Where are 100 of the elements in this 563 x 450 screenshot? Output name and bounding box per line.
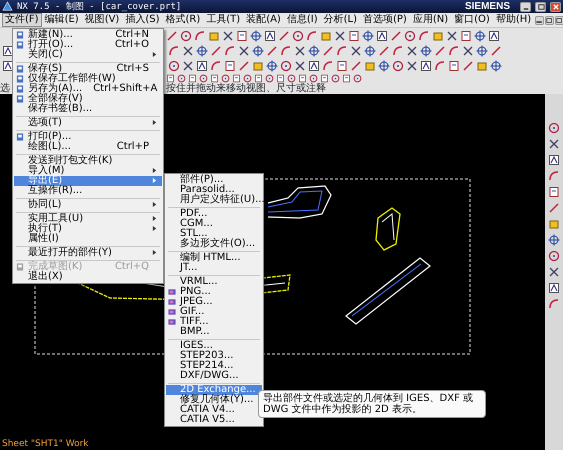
line-icon[interactable] <box>390 30 402 42</box>
circle-icon[interactable] <box>292 30 304 42</box>
maximize-button[interactable] <box>535 2 546 12</box>
menu-item[interactable]: PDF... <box>166 209 262 219</box>
target-icon[interactable] <box>476 44 488 56</box>
menu-item[interactable]: STEP214... <box>166 361 262 371</box>
sheet-icon[interactable] <box>210 74 219 83</box>
circle-icon[interactable] <box>287 74 296 83</box>
line-icon[interactable] <box>210 44 222 56</box>
cross-icon[interactable] <box>462 44 474 56</box>
cross-icon[interactable] <box>548 138 560 150</box>
line-icon[interactable] <box>166 30 178 42</box>
menu-item[interactable]: 属性(I) <box>14 234 162 244</box>
menu-item[interactable]: 协同(L) <box>14 200 162 210</box>
menu-item[interactable]: 帮助(H) <box>492 13 534 27</box>
line-icon[interactable] <box>548 202 560 214</box>
menu-item[interactable]: VRML... <box>166 277 262 287</box>
cross-icon[interactable] <box>238 44 250 56</box>
sheet-icon[interactable] <box>236 30 248 42</box>
menu-item[interactable]: 导入(M) <box>14 166 162 176</box>
menu-item[interactable]: 编辑(E) <box>42 13 82 27</box>
cross-icon[interactable] <box>222 30 234 42</box>
menu-item[interactable]: 选项(T) <box>14 118 162 128</box>
arc-icon[interactable] <box>392 44 404 56</box>
menu-item[interactable]: TIFF... <box>166 317 262 327</box>
menu-item[interactable]: 首选项(P) <box>360 13 410 27</box>
line-icon[interactable] <box>322 44 334 56</box>
annotation-icon[interactable] <box>548 282 560 294</box>
menu-item[interactable]: 编制 HTML... <box>166 253 262 263</box>
menu-item[interactable]: 最近打开的部件(Y) <box>14 248 162 258</box>
annotation-icon[interactable] <box>196 60 208 72</box>
line-icon[interactable] <box>490 44 502 56</box>
menu-item[interactable]: 关闭(C) <box>14 50 162 60</box>
menu-item[interactable]: IGES... <box>166 341 262 351</box>
sheet-icon[interactable] <box>548 186 560 198</box>
menu-item[interactable]: STEP203... <box>166 351 262 361</box>
line-icon[interactable] <box>462 60 474 72</box>
menu-item[interactable]: 全部保存(V) <box>14 94 162 104</box>
menu-item[interactable]: 执行(T) <box>14 224 162 234</box>
menu-item[interactable]: STL... <box>166 229 262 239</box>
annotation-icon[interactable] <box>376 30 388 42</box>
annotation-icon[interactable] <box>2 44 14 56</box>
menu-item[interactable]: PNG... <box>166 287 262 297</box>
target-icon[interactable] <box>362 30 374 42</box>
line-icon[interactable] <box>434 44 446 56</box>
cross-icon[interactable] <box>334 30 346 42</box>
menu-item[interactable]: 打印(P)... <box>14 132 162 142</box>
menu-item[interactable]: 插入(S) <box>122 13 162 27</box>
menu-item[interactable]: 新建(N)... Ctrl+N <box>14 30 162 40</box>
annotation-icon[interactable] <box>420 60 432 72</box>
circle-icon[interactable] <box>392 60 404 72</box>
arc-icon[interactable] <box>434 60 446 72</box>
arc-icon[interactable] <box>548 170 560 182</box>
arc-icon[interactable] <box>280 44 292 56</box>
line-icon[interactable] <box>350 60 362 72</box>
target-icon[interactable] <box>490 60 502 72</box>
arc-icon[interactable] <box>194 30 206 42</box>
sheet-icon[interactable] <box>276 74 285 83</box>
menu-item[interactable]: 视图(V) <box>82 13 122 27</box>
target-icon[interactable] <box>196 44 208 56</box>
menu-item[interactable]: BMP... <box>166 327 262 337</box>
restore-button[interactable] <box>545 16 554 24</box>
annotation-icon[interactable] <box>548 154 560 166</box>
sheet-icon[interactable] <box>254 74 263 83</box>
cross-icon[interactable] <box>406 60 418 72</box>
circle-icon[interactable] <box>243 74 252 83</box>
menu-item[interactable]: 另存为(A)... Ctrl+Shift+A <box>14 84 162 94</box>
sheet-icon[interactable] <box>460 30 472 42</box>
menu-item[interactable]: 保存(S) Ctrl+S <box>14 64 162 74</box>
target-icon[interactable] <box>252 44 264 56</box>
annotation-icon[interactable] <box>2 60 14 72</box>
minimize-button[interactable] <box>535 16 544 24</box>
menu-item[interactable]: Parasolid... <box>166 185 262 195</box>
menu-item[interactable]: 绘图(L)... Ctrl+P <box>14 142 162 152</box>
cross-icon[interactable] <box>350 44 362 56</box>
circle-icon[interactable] <box>265 74 274 83</box>
target-icon[interactable] <box>266 60 278 72</box>
annotation-icon[interactable] <box>264 30 276 42</box>
menu-item[interactable]: 实用工具(U) <box>14 214 162 224</box>
circle-icon[interactable] <box>280 60 292 72</box>
circle-icon[interactable] <box>309 74 318 83</box>
arc-icon[interactable] <box>418 30 430 42</box>
menu-item[interactable]: 2D Exchange... <box>166 385 262 395</box>
menu-item[interactable]: CGM... <box>166 219 262 229</box>
menu-item[interactable]: 多边形文件(O)... <box>166 239 262 249</box>
circle-icon[interactable] <box>548 122 560 134</box>
arc-icon[interactable] <box>448 44 460 56</box>
menu-item[interactable]: 用户定义特征(U)... <box>166 195 262 205</box>
menu-item[interactable]: 发送到打包文件(K) <box>14 156 162 166</box>
menu-item[interactable]: 应用(N) <box>410 13 452 27</box>
menu-item[interactable]: 分析(L) <box>320 13 360 27</box>
menu-item[interactable]: DXF/DWG... <box>166 371 262 381</box>
menu-item[interactable]: JPEG... <box>166 297 262 307</box>
menu-item[interactable]: 文件(F) <box>2 13 42 27</box>
annotation-icon[interactable] <box>488 30 500 42</box>
menu-item[interactable]: 打开(O)... Ctrl+O <box>14 40 162 50</box>
circle-icon[interactable] <box>353 74 362 83</box>
sheet-icon[interactable] <box>224 60 236 72</box>
minimize-button[interactable] <box>520 2 531 12</box>
sheet-icon[interactable] <box>342 74 351 83</box>
